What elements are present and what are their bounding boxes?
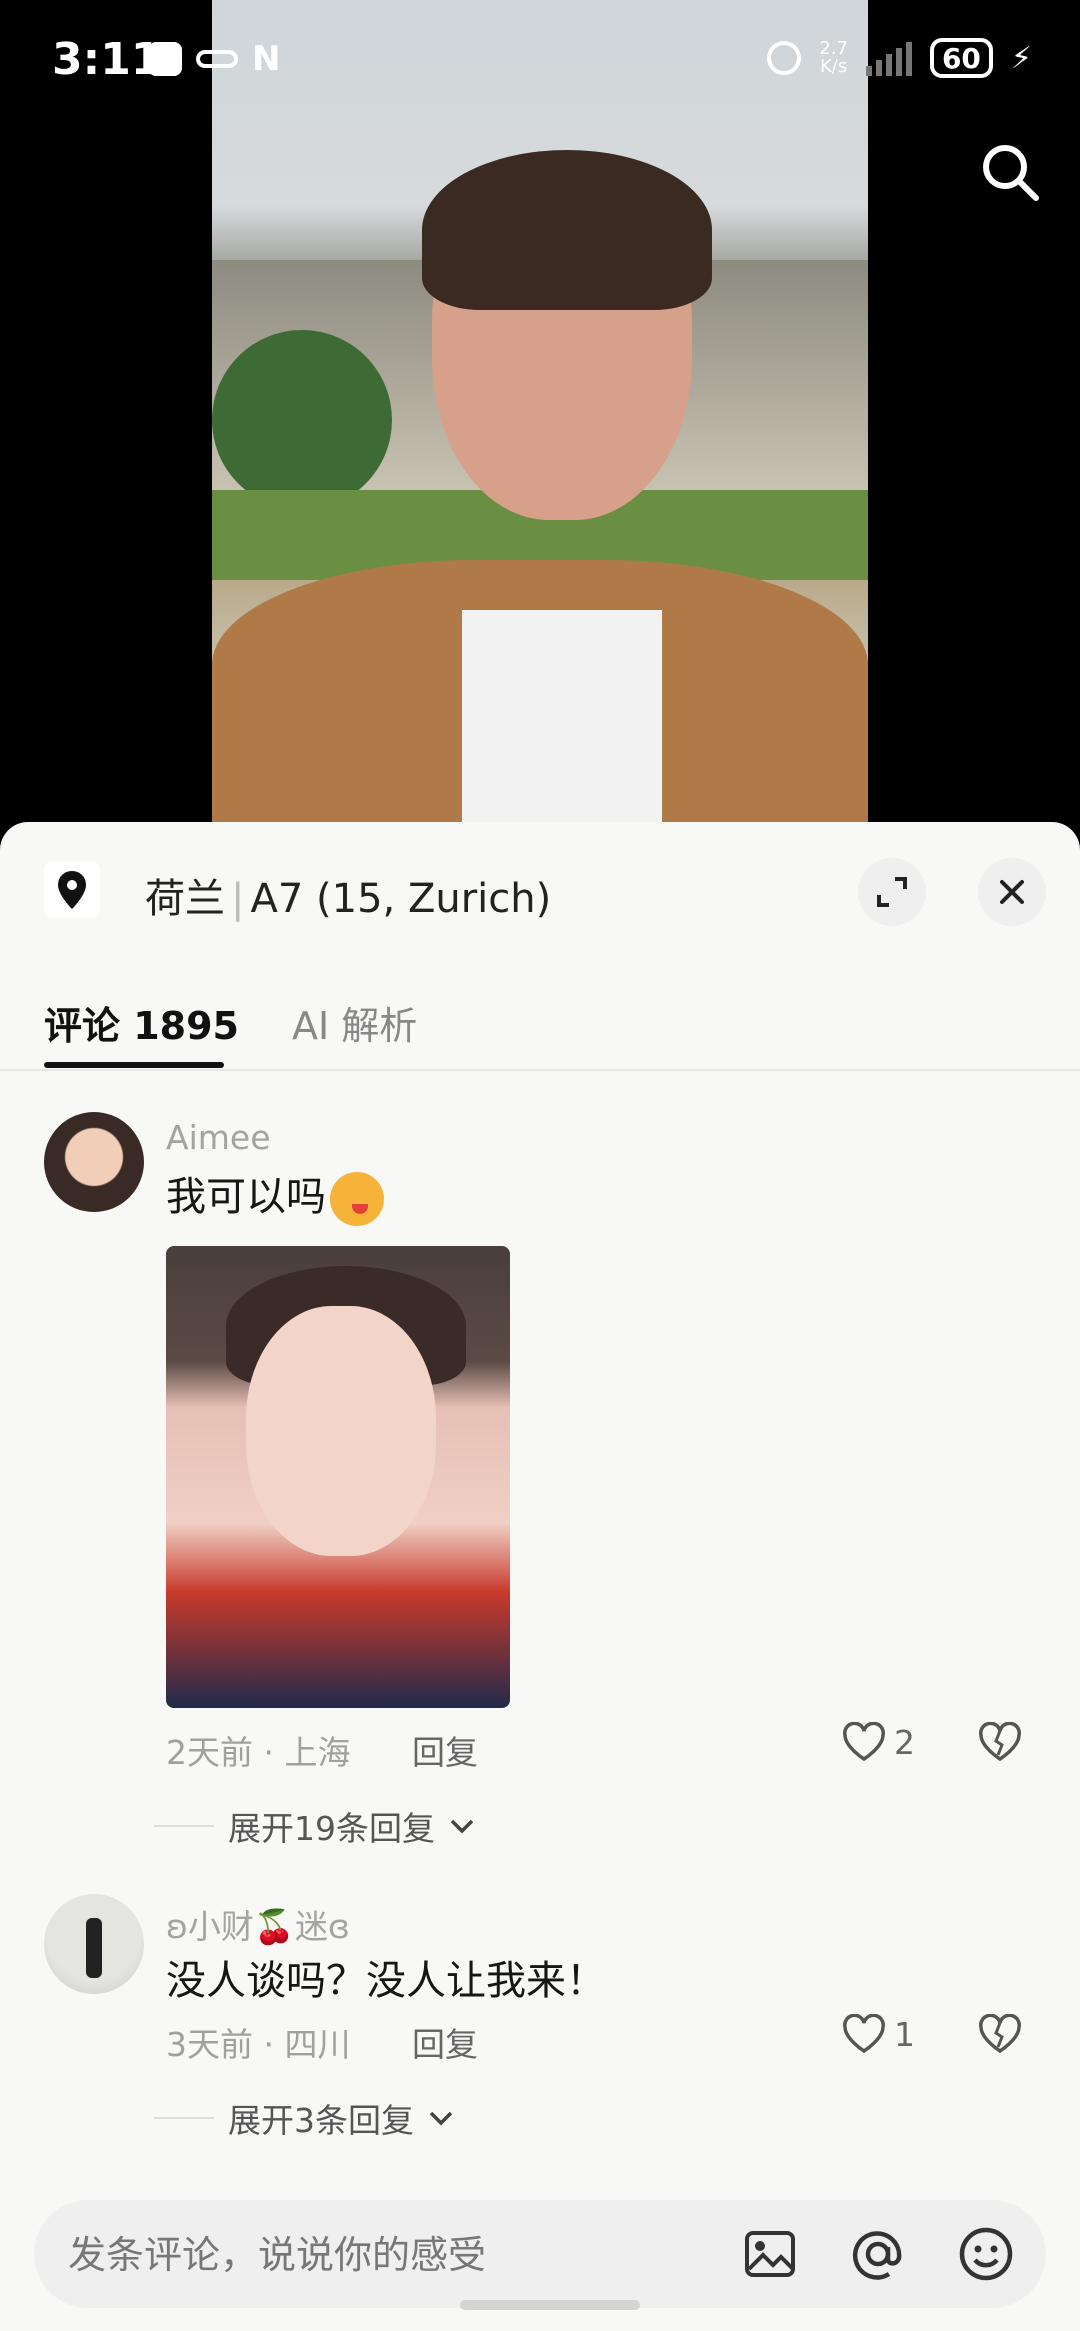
status-left-icons: N <box>148 42 280 76</box>
reply-button[interactable]: 回复 <box>412 1726 478 1774</box>
video-person-shirt <box>462 610 662 822</box>
broken-heart-icon <box>979 1721 1021 1762</box>
status-bar: 3:11 N 2.7 K/s 60 ⚡ <box>0 0 1080 120</box>
at-icon[interactable] <box>846 2222 910 2286</box>
avatar[interactable] <box>44 1894 144 1994</box>
comments-sheet: 荷兰 | A7 (15, Zurich) 评论 1895 AI 解析 Aimee 我… <box>0 822 1080 2331</box>
comment-input-bar <box>34 2200 1046 2308</box>
expand-icon <box>877 877 907 907</box>
tab-ai-analysis[interactable]: AI 解析 <box>292 995 417 1050</box>
heart-icon <box>843 2014 885 2054</box>
avatar[interactable] <box>44 1112 144 1212</box>
search-icon[interactable] <box>978 140 1042 204</box>
charging-icon: ⚡ <box>1010 40 1032 76</box>
close-button[interactable] <box>978 858 1046 926</box>
home-indicator[interactable] <box>460 2300 640 2310</box>
comment-meta: 2天前 · 上海 <box>166 1733 351 1772</box>
expand-replies[interactable]: 展开19条回复 <box>154 1802 475 1850</box>
location-label[interactable]: 荷兰 | A7 (15, Zurich) <box>145 866 551 924</box>
comment-username[interactable]: ʚ小财🍒迷ɞ <box>166 1900 350 1948</box>
video-tree <box>212 330 392 510</box>
app-notification-icon <box>148 42 182 76</box>
broken-heart-icon <box>979 2013 1021 2054</box>
comment-input[interactable] <box>66 2224 710 2286</box>
location-pin-icon <box>44 862 100 918</box>
comment-text-content: 我可以吗 <box>166 1174 326 1220</box>
image-icon[interactable] <box>738 2222 802 2286</box>
signal-icon <box>865 40 912 76</box>
alarm-icon <box>767 41 802 75</box>
like-count: 2 <box>894 1722 915 1762</box>
comment-image[interactable] <box>166 1246 510 1708</box>
like-button[interactable]: 1 <box>842 2014 915 2054</box>
location-detail: A7 (15, Zurich) <box>250 876 552 922</box>
sheet-header: 荷兰 | A7 (15, Zurich) <box>0 822 1080 962</box>
expand-replies-label: 展开19条回复 <box>228 1809 435 1848</box>
video-person-hair <box>422 150 712 310</box>
comment-username[interactable]: Aimee <box>166 1118 271 1157</box>
expand-replies[interactable]: 展开3条回复 <box>154 2094 454 2142</box>
nfc-icon: N <box>252 39 281 79</box>
status-time: 3:11 <box>52 34 162 85</box>
tab-bar: 评论 1895 AI 解析 <box>0 977 1080 1071</box>
comment-meta: 3天前 · 四川 <box>166 2025 351 2064</box>
close-icon <box>1000 880 1024 904</box>
battery-indicator: 60 <box>929 38 993 78</box>
active-tab-indicator <box>44 1062 224 1068</box>
like-button[interactable]: 2 <box>842 1722 915 1762</box>
wink-emoji-icon <box>330 1172 384 1226</box>
network-speed-unit: K/s <box>820 56 848 77</box>
comment-text: 我可以吗 <box>166 1164 384 1226</box>
heart-icon <box>843 1722 885 1762</box>
status-right-icons: 2.7 K/s 60 ⚡ <box>767 38 1032 78</box>
chevron-down-icon <box>450 1819 474 1834</box>
dislike-button[interactable] <box>978 1721 1022 1766</box>
network-speed: 2.7 K/s <box>819 40 848 76</box>
tab-comments[interactable]: 评论 1895 <box>44 995 239 1050</box>
dislike-button[interactable] <box>978 2013 1022 2058</box>
like-count: 1 <box>894 2014 915 2054</box>
comment-text: 没人谈吗？没人让我来！ <box>166 1958 606 2004</box>
chevron-down-icon <box>429 2111 453 2126</box>
expand-button[interactable] <box>858 858 926 926</box>
expand-replies-label: 展开3条回复 <box>228 2101 414 2140</box>
location-name: 荷兰 <box>145 876 225 922</box>
key-icon <box>196 50 238 68</box>
emoji-icon[interactable] <box>954 2222 1018 2286</box>
video-player[interactable] <box>212 0 868 822</box>
reply-button[interactable]: 回复 <box>412 2018 478 2066</box>
